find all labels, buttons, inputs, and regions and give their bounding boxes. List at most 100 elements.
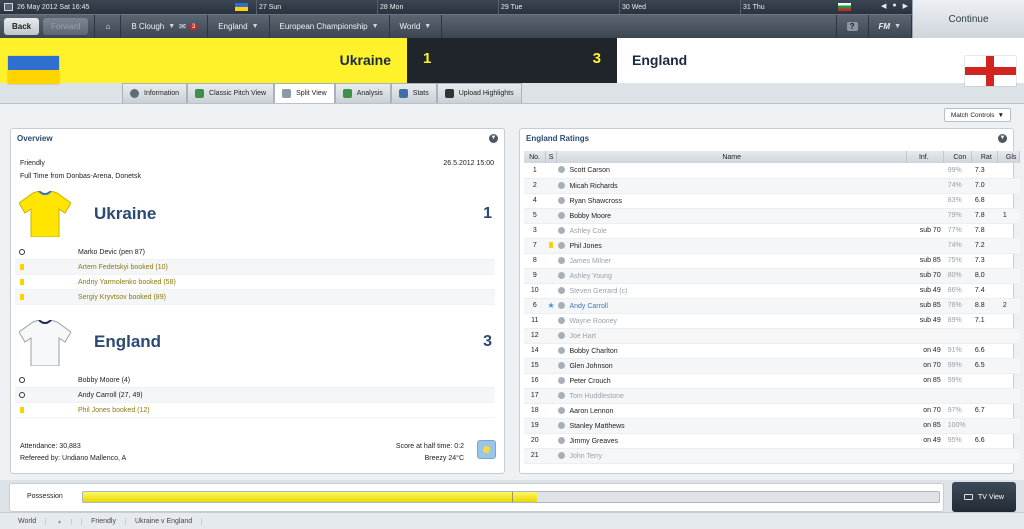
player-info-icon[interactable] — [558, 196, 566, 204]
tab-upload-highlights[interactable]: Upload Highlights — [436, 83, 522, 103]
help-button[interactable]: ? — [835, 14, 869, 39]
tab-analysis[interactable]: Analysis — [334, 83, 391, 103]
panel-menu-button[interactable]: ▼ — [998, 134, 1007, 143]
nav-item-european-championship[interactable]: European Championship ▼ — [270, 14, 390, 39]
ratings-row[interactable]: 1 Scott Carson 99% 7.3 — [524, 163, 1020, 179]
player-info-icon[interactable] — [558, 316, 566, 324]
ratings-row[interactable]: 8 James Milner sub 85 75% 7.3 — [524, 253, 1020, 269]
calendar-day[interactable]: 28 Mon — [377, 0, 498, 14]
player-name[interactable]: Andy Carroll — [569, 303, 608, 310]
ratings-row[interactable]: 10 Steven Gerrard (c) sub 49 86% 7.4 — [524, 283, 1020, 299]
player-name[interactable]: Scott Carson — [569, 167, 609, 174]
column-header-s[interactable]: S — [545, 151, 557, 163]
ratings-row[interactable]: 19 Stanley Matthews on 85 100% — [524, 418, 1020, 434]
tab-stats[interactable]: Stats — [390, 83, 437, 103]
player-name[interactable]: Aaron Lennon — [569, 408, 613, 415]
column-header-gls[interactable]: Gls — [997, 151, 1020, 163]
player-name[interactable]: Tom Huddlestone — [569, 393, 623, 400]
calendar-day[interactable]: 30 Wed — [619, 0, 740, 14]
inbox-icon[interactable]: ✉ — [179, 22, 186, 31]
player-name[interactable]: Bobby Moore — [569, 213, 611, 220]
ratings-row[interactable]: 17 Tom Huddlestone — [524, 388, 1020, 404]
back-button[interactable]: Back — [4, 18, 40, 35]
player-info-icon[interactable] — [558, 451, 566, 459]
ratings-row[interactable]: 7 Phil Jones 74% 7.2 — [524, 238, 1020, 254]
player-info-icon[interactable] — [558, 331, 566, 339]
breadcrumb-item-match[interactable]: Ukraine v England — [126, 517, 203, 525]
player-info-icon[interactable] — [558, 436, 566, 444]
calendar-day[interactable]: 29 Tue — [498, 0, 619, 14]
home-team-name[interactable]: Ukraine — [340, 52, 391, 68]
player-info-icon[interactable] — [558, 166, 566, 174]
current-date[interactable]: 26 May 2012 Sat 16:45 — [0, 3, 256, 11]
player-name[interactable]: Phil Jones — [569, 243, 601, 250]
ratings-row[interactable]: 14 Bobby Charlton on 49 91% 6.6 — [524, 343, 1020, 359]
dot-icon[interactable]: ● — [892, 2, 896, 10]
ratings-row[interactable]: 18 Aaron Lennon on 70 97% 6.7 — [524, 403, 1020, 419]
player-info-icon[interactable] — [558, 391, 566, 399]
home-team-title[interactable]: Ukraine — [94, 204, 156, 224]
player-info-icon[interactable] — [558, 421, 566, 429]
ratings-row[interactable]: 3 Ashley Cole sub 70 77% 7.8 — [524, 223, 1020, 239]
column-header-no[interactable]: No. — [524, 151, 547, 163]
continue-button[interactable]: Continue — [912, 0, 1024, 38]
column-header-name[interactable]: Name — [556, 151, 908, 163]
fm-menu[interactable]: FM ▼ — [869, 14, 912, 39]
home-button[interactable]: ⌂ — [95, 14, 122, 39]
match-controls-dropdown[interactable]: Match Controls ▼ — [943, 108, 1011, 122]
player-name[interactable]: Ashley Cole — [569, 228, 606, 235]
player-info-icon[interactable] — [558, 301, 566, 309]
chevron-left-icon[interactable]: ◀ — [881, 2, 886, 10]
player-name[interactable]: James Milner — [569, 258, 611, 265]
player-name[interactable]: John Terry — [569, 453, 602, 460]
column-header-inf[interactable]: Inf. — [906, 151, 945, 163]
ratings-row[interactable]: 6 ★ Andy Carroll sub 85 76% 8.8 2 — [524, 298, 1020, 314]
ratings-row[interactable]: 2 Micah Richards 74% 7.0 — [524, 178, 1020, 194]
player-name[interactable]: Stanley Matthews — [569, 423, 624, 430]
nav-item-world[interactable]: World ▼ — [390, 14, 443, 39]
player-info-icon[interactable] — [558, 346, 566, 354]
player-info-icon[interactable] — [558, 361, 566, 369]
calendar-day[interactable]: 27 Sun — [256, 0, 377, 14]
chevron-right-icon[interactable]: ▶ — [903, 2, 908, 10]
player-name[interactable]: Micah Richards — [569, 183, 617, 190]
player-name[interactable]: Joe Hart — [569, 333, 595, 340]
tv-view-button[interactable]: TV View — [952, 482, 1016, 512]
ratings-row[interactable]: 5 Bobby Moore 79% 7.8 1 — [524, 208, 1020, 224]
player-info-icon[interactable] — [558, 211, 566, 219]
player-name[interactable]: Peter Crouch — [569, 378, 610, 385]
ratings-row[interactable]: 4 Ryan Shawcross 83% 6.8 — [524, 193, 1020, 209]
ratings-row[interactable]: 11 Wayne Rooney sub 49 89% 7.1 — [524, 313, 1020, 329]
nav-item-england[interactable]: England ▼ — [208, 14, 270, 39]
player-name[interactable]: Wayne Rooney — [569, 318, 617, 325]
player-name[interactable]: Jimmy Greaves — [569, 438, 618, 445]
player-info-icon[interactable] — [558, 241, 566, 249]
ratings-row[interactable]: 21 John Terry — [524, 448, 1020, 464]
breadcrumb-item-friendly[interactable]: Friendly — [82, 517, 126, 525]
player-name[interactable]: Bobby Charlton — [569, 348, 617, 355]
player-info-icon[interactable] — [558, 286, 566, 294]
tab-split-view[interactable]: Split View — [274, 83, 335, 103]
player-name[interactable]: Ashley Young — [569, 273, 611, 280]
ratings-row[interactable]: 15 Glen Johnson on 70 99% 6.5 — [524, 358, 1020, 374]
player-info-icon[interactable] — [558, 271, 566, 279]
player-info-icon[interactable] — [558, 226, 566, 234]
player-info-icon[interactable] — [558, 406, 566, 414]
panel-menu-button[interactable]: ▼ — [489, 134, 498, 143]
breadcrumb-item-world[interactable]: World ▲ — [0, 517, 83, 525]
ratings-row[interactable]: 9 Ashley Young sub 70 80% 8.0 — [524, 268, 1020, 284]
player-name[interactable]: Ryan Shawcross — [569, 198, 622, 205]
away-team-name[interactable]: England — [632, 52, 687, 68]
ratings-row[interactable]: 12 Joe Hart — [524, 328, 1020, 344]
column-header-con[interactable]: Con — [943, 151, 973, 163]
player-info-icon[interactable] — [558, 181, 566, 189]
column-header-rat[interactable]: Rat — [971, 151, 999, 163]
ratings-row[interactable]: 16 Peter Crouch on 85 99% — [524, 373, 1020, 389]
ratings-row[interactable]: 20 Jimmy Greaves on 49 95% 6.6 — [524, 433, 1020, 449]
tab-classic-pitch-view[interactable]: Classic Pitch View — [187, 83, 275, 103]
forward-button[interactable]: Forward — [43, 18, 89, 35]
away-team-title[interactable]: England — [94, 332, 161, 352]
player-info-icon[interactable] — [558, 376, 566, 384]
player-info-icon[interactable] — [558, 256, 566, 264]
player-name[interactable]: Steven Gerrard (c) — [569, 288, 627, 295]
